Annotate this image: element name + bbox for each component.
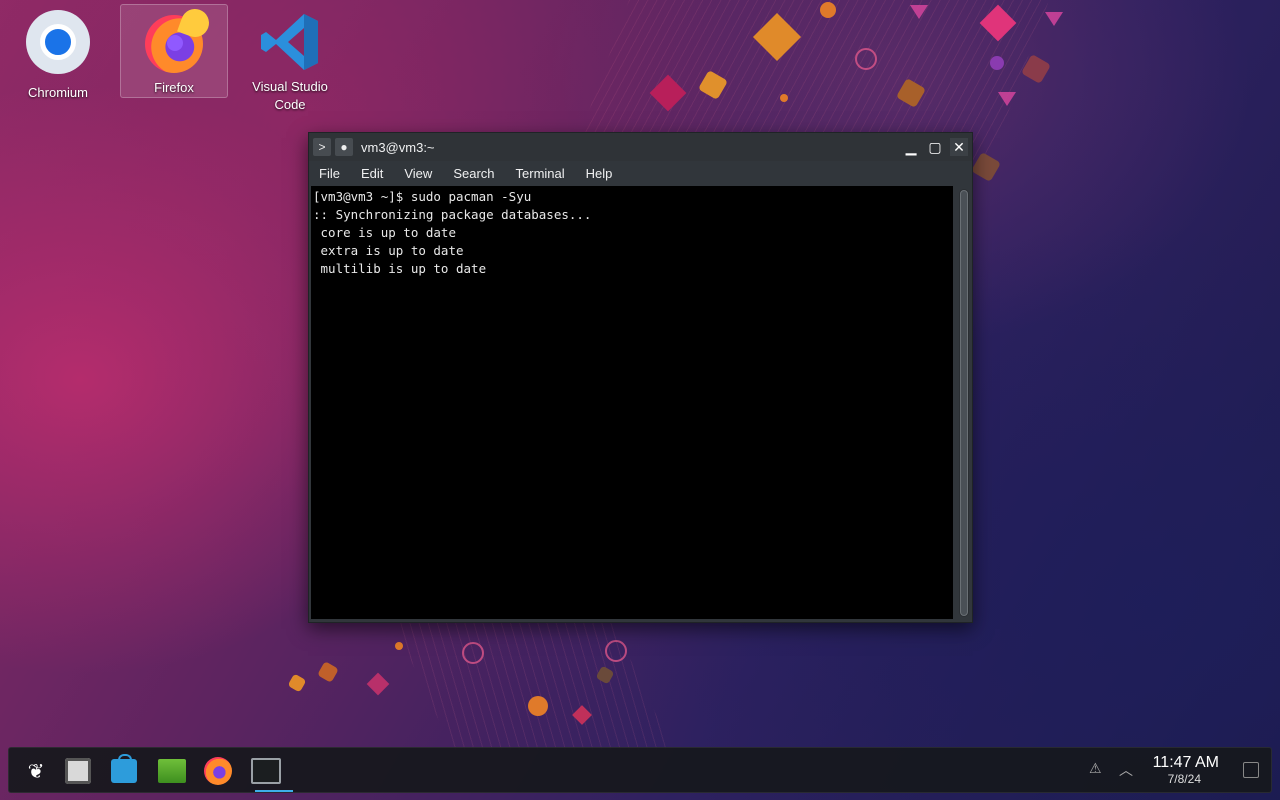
firefox-icon[interactable]: [203, 756, 233, 786]
background-triangle: [910, 5, 928, 19]
background-hexagon: [895, 77, 927, 109]
background-hexagon: [317, 661, 339, 683]
menu-bar: File Edit View Search Terminal Help: [309, 161, 972, 185]
background-hexagon: [970, 151, 1002, 183]
background-diamond: [979, 4, 1017, 42]
clock-date[interactable]: 7/8/24: [1168, 772, 1201, 786]
terminal-output[interactable]: [vm3@vm3 ~]$ sudo pacman -Syu:: Synchron…: [311, 186, 953, 619]
terminal-icon[interactable]: [251, 756, 281, 786]
menu-view[interactable]: View: [394, 166, 443, 181]
software-store-icon[interactable]: [109, 754, 139, 786]
scrollbar-thumb[interactable]: [960, 190, 968, 616]
terminal-scrollbar[interactable]: [959, 189, 969, 617]
desktop-icon-label: Visual Studio Code: [252, 79, 328, 112]
background-hexagon: [1020, 53, 1052, 85]
menu-file[interactable]: File: [309, 166, 351, 181]
desktop-icon-vscode[interactable]: Visual Studio Code: [236, 4, 344, 114]
application-launcher-icon[interactable]: ❦: [21, 756, 51, 786]
background-diamond: [649, 74, 687, 112]
minimize-icon[interactable]: ▁: [902, 138, 920, 156]
terminal-line: extra is up to date: [313, 243, 464, 258]
image-viewer-icon[interactable]: [63, 756, 93, 786]
terminal-line: multilib is up to date: [313, 261, 487, 276]
firefox-icon: [140, 9, 208, 73]
window-titlebar[interactable]: > ● vm3@vm3:~ ▁ ▢ ✕: [309, 133, 972, 161]
background-dot: [820, 2, 836, 18]
chevron-up-icon[interactable]: ︿: [1119, 760, 1133, 780]
menu-help[interactable]: Help: [576, 166, 624, 181]
terminal-line: core is up to date: [313, 225, 456, 240]
background-ring: [462, 642, 484, 664]
background-hexagon: [697, 69, 729, 101]
background-diamond: [572, 705, 592, 725]
menu-search[interactable]: Search: [443, 166, 505, 181]
vscode-icon: [256, 8, 324, 70]
pin-icon[interactable]: ●: [335, 138, 353, 156]
window-menu-icon[interactable]: >: [313, 138, 331, 156]
menu-edit[interactable]: Edit: [351, 166, 394, 181]
terminal-line: [vm3@vm3 ~]$ sudo pacman -Syu: [313, 189, 532, 204]
background-triangle: [1045, 12, 1063, 26]
desktop-icon-label: Firefox: [154, 80, 194, 95]
show-desktop-button[interactable]: [1243, 762, 1259, 778]
network-disconnected-icon[interactable]: ⚠: [1089, 760, 1102, 777]
file-manager-icon[interactable]: [157, 756, 187, 786]
terminal-line: :: Synchronizing package databases...: [313, 207, 592, 222]
window-title: vm3@vm3:~: [361, 139, 435, 155]
background-dot: [990, 56, 1004, 70]
background-diamond: [752, 12, 802, 62]
close-icon[interactable]: ✕: [950, 138, 968, 156]
background-hexagon: [595, 665, 615, 685]
active-task-indicator: [255, 790, 293, 792]
background-hexagon: [287, 673, 307, 693]
desktop-icon-chromium[interactable]: Chromium: [4, 4, 112, 114]
clock-time[interactable]: 11:47 AM: [1153, 754, 1219, 772]
background-dot: [780, 94, 788, 102]
maximize-icon[interactable]: ▢: [926, 138, 944, 156]
desktop-icon-firefox[interactable]: Firefox: [120, 4, 228, 98]
menu-terminal[interactable]: Terminal: [506, 166, 576, 181]
background-diamond: [366, 672, 390, 696]
background-ring: [855, 48, 877, 70]
background-ring: [605, 640, 627, 662]
desktop-icon-label: Chromium: [28, 85, 88, 100]
background-triangle: [998, 92, 1016, 106]
taskbar: ❦ ⚠ ︿ 11:47 AM 7/8/24: [8, 747, 1272, 793]
background-dot: [528, 696, 548, 716]
background-dot: [395, 642, 403, 650]
terminal-window[interactable]: > ● vm3@vm3:~ ▁ ▢ ✕ File Edit View Searc…: [308, 132, 973, 623]
background-mesh: [387, 610, 673, 750]
chromium-icon: [24, 8, 92, 76]
